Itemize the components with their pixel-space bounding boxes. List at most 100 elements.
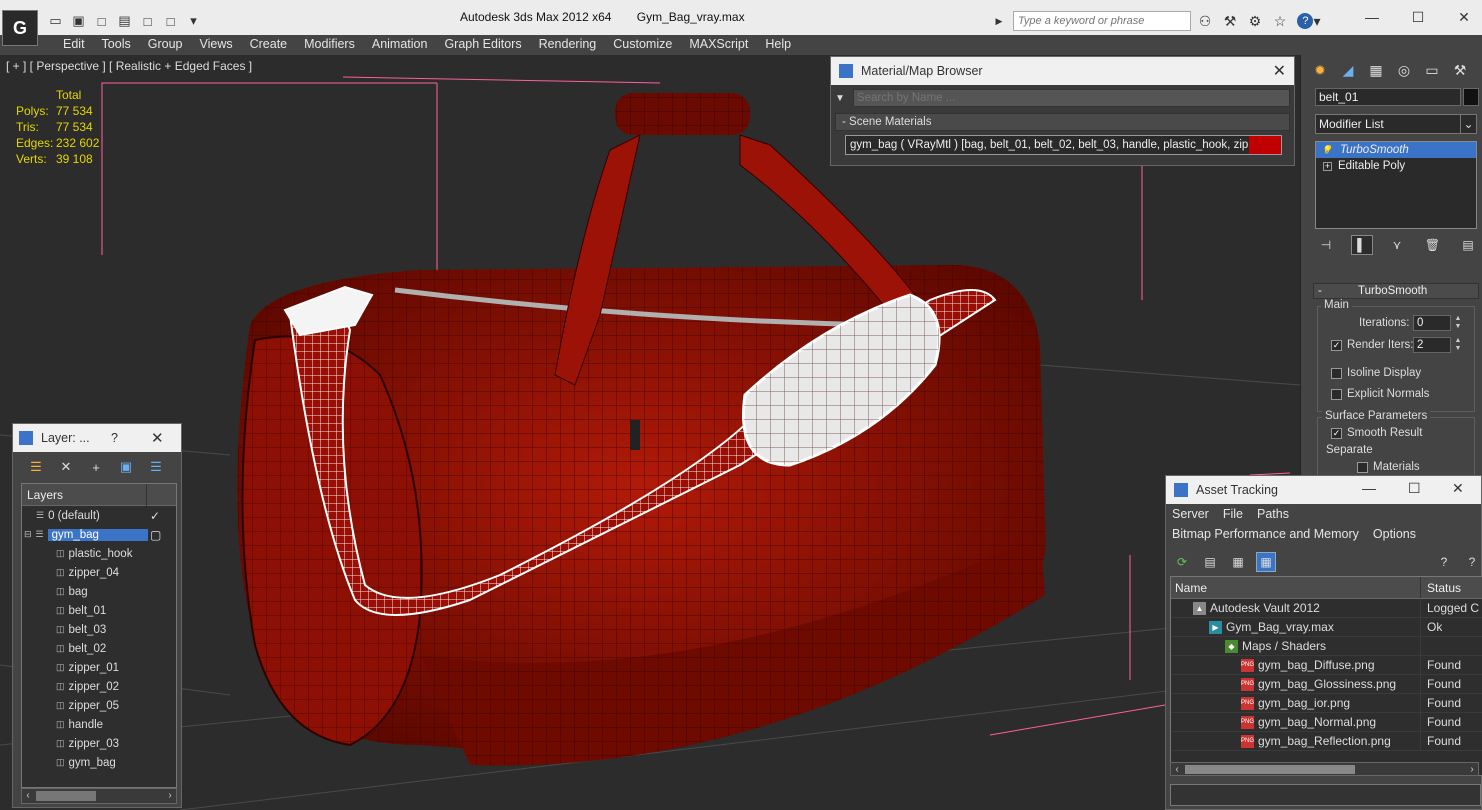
layer-object-row[interactable]: ◫ handle (22, 715, 176, 734)
asset-row[interactable]: PNG gym_bag_Diffuse.png Found (1171, 656, 1482, 675)
asset-row[interactable]: PNG gym_bag_ior.png Found (1171, 694, 1482, 713)
hold-icon[interactable]: ▤ (115, 12, 134, 30)
collapse-icon[interactable]: ⊟ (24, 529, 32, 540)
menu-tools[interactable]: Tools (94, 35, 139, 55)
menu-create[interactable]: Create (242, 35, 296, 55)
close-icon[interactable]: ✕ (1444, 6, 1482, 28)
isoline-display-checkbox[interactable]: Isoline Display (1331, 367, 1421, 379)
checkbox-checked-icon[interactable]: ✓ (1331, 339, 1342, 351)
asset-row[interactable]: ▶ Gym_Bag_vray.max Ok (1171, 618, 1482, 637)
layer-object-row[interactable]: ◫ zipper_04 (22, 563, 176, 582)
modifier-list-dropdown[interactable]: Modifier List ⌄ (1315, 114, 1477, 134)
save-file-icon[interactable]: ▣ (69, 12, 88, 30)
menu-customize[interactable]: Customize (605, 35, 680, 55)
table-view-icon[interactable]: ▦ (1256, 552, 1276, 572)
maximize-icon[interactable]: ☐ (1408, 480, 1421, 497)
menu-help[interactable]: Help (757, 35, 799, 55)
layer-object-row[interactable]: ◫ belt_03 (22, 620, 176, 639)
menu-file[interactable]: File (1223, 507, 1243, 521)
asset-row[interactable]: ▲ Autodesk Vault 2012 Logged C (1171, 599, 1482, 618)
binoculars-icon[interactable]: ⚇ (1194, 11, 1216, 31)
layer-object-row[interactable]: ◫ gym_bag (22, 753, 176, 772)
layer-row-default[interactable]: ☰ 0 (default) ✓ (22, 506, 176, 525)
chevron-down-icon[interactable]: ▼ (835, 93, 845, 104)
highlight-layer-icon[interactable]: ☰ (147, 458, 165, 476)
pin-stack-icon[interactable]: ⊣ (1315, 235, 1337, 255)
open-file-icon[interactable]: ▭ (46, 12, 65, 30)
scrollbar-thumb[interactable] (36, 791, 96, 801)
help-icon[interactable]: ? (1434, 552, 1454, 572)
expand-plus-icon[interactable]: + (1323, 161, 1332, 171)
select-objects-icon[interactable]: ▣ (117, 458, 135, 476)
help-button[interactable]: ? (111, 431, 118, 445)
stack-item-turbosmooth[interactable]: 💡 TurboSmooth (1316, 142, 1476, 158)
communication-icon[interactable]: ⚙ (1244, 11, 1266, 31)
make-current-icon[interactable]: ▢ (150, 528, 161, 542)
asset-horizontal-scrollbar[interactable]: ‹ › (1170, 762, 1479, 776)
stack-item-editable-poly[interactable]: + Editable Poly (1316, 158, 1476, 174)
menu-edit[interactable]: Edit (55, 35, 93, 55)
column-status[interactable]: Status (1421, 577, 1461, 598)
scroll-left-icon[interactable]: ‹ (1171, 763, 1183, 777)
render-iters-checkbox[interactable]: ✓ Render Iters: (1331, 339, 1413, 351)
layer-object-row[interactable]: ◫ zipper_01 (22, 658, 176, 677)
layers-column-header[interactable]: Layers (22, 484, 176, 506)
menu-views[interactable]: Views (191, 35, 240, 55)
favorites-star-icon[interactable]: ☆ (1269, 11, 1291, 31)
close-icon[interactable]: ✕ (1452, 480, 1464, 497)
redo-icon[interactable]: □ (161, 12, 180, 30)
material-entry[interactable]: gym_bag ( VRayMtl ) [bag, belt_01, belt_… (845, 135, 1282, 155)
close-icon[interactable]: ✕ (1273, 61, 1286, 81)
search-input[interactable] (1013, 11, 1191, 31)
lightbulb-icon[interactable]: 💡 (1320, 145, 1334, 156)
maximize-icon[interactable]: ☐ (1398, 6, 1438, 28)
perspective-viewport[interactable]: [ + ] [ Perspective ] [ Realistic + Edge… (0, 55, 1300, 810)
remove-modifier-icon[interactable]: 🗑 (1422, 235, 1444, 255)
asset-row[interactable]: ◆ Maps / Shaders (1171, 637, 1482, 656)
menu-animation[interactable]: Animation (364, 35, 436, 55)
checkbox-icon[interactable] (1331, 388, 1342, 400)
menu-group[interactable]: Group (140, 35, 191, 55)
menu-options[interactable]: Options (1373, 527, 1416, 541)
modify-tab-icon[interactable]: ◢ (1335, 59, 1361, 81)
menu-paths[interactable]: Paths (1257, 507, 1289, 521)
layer-object-row[interactable]: ◫ zipper_05 (22, 696, 176, 715)
menu-rendering[interactable]: Rendering (531, 35, 605, 55)
checkbox-checked-icon[interactable]: ✓ (1331, 427, 1342, 439)
layer-object-row[interactable]: ◫ belt_02 (22, 639, 176, 658)
iterations-spinner[interactable]: 0 (1413, 315, 1451, 331)
layer-object-row[interactable]: ◫ zipper_02 (22, 677, 176, 696)
scroll-right-icon[interactable]: › (164, 789, 176, 803)
asset-path-field[interactable] (1170, 784, 1481, 806)
viewport-label[interactable]: [ + ] [ Perspective ] [ Realistic + Edge… (6, 59, 252, 73)
subscription-icon[interactable]: ⚒ (1219, 11, 1241, 31)
show-end-result-icon[interactable]: ▌ (1350, 235, 1373, 255)
utilities-tab-icon[interactable]: ⚒ (1447, 59, 1473, 81)
help-icon[interactable]: ? ▾ (1294, 11, 1324, 31)
menu-bitmap-performance[interactable]: Bitmap Performance and Memory (1172, 527, 1359, 541)
add-to-layer-icon[interactable]: + (87, 458, 105, 476)
spinner-arrows-icon[interactable]: ▲ ▼ (1453, 315, 1463, 331)
menu-graph-editors[interactable]: Graph Editors (436, 35, 529, 55)
asset-row[interactable]: PNG gym_bag_Normal.png Found (1171, 713, 1482, 732)
context-help-icon[interactable]: ? (1462, 552, 1482, 572)
asset-row[interactable]: PNG gym_bag_Reflection.png Found (1171, 732, 1482, 751)
refresh-icon[interactable]: ⟳ (1172, 552, 1192, 572)
menu-maxscript[interactable]: MAXScript (681, 35, 756, 55)
quick-access-dropdown-icon[interactable]: ▾ (184, 12, 203, 30)
checkbox-icon[interactable] (1357, 461, 1368, 473)
tree-view-icon[interactable]: ▦ (1228, 552, 1248, 572)
layer-object-row[interactable]: ◫ belt_01 (22, 601, 176, 620)
render-iters-spinner[interactable]: 2 (1413, 337, 1451, 353)
turbosmooth-rollout-header[interactable]: - TurboSmooth (1313, 283, 1479, 299)
checkbox-icon[interactable] (1331, 367, 1342, 379)
minimize-icon[interactable]: — (1352, 6, 1392, 28)
minimize-icon[interactable]: — (1362, 480, 1376, 496)
scrollbar-thumb[interactable] (1185, 765, 1355, 774)
scene-materials-group[interactable]: - Scene Materials (835, 113, 1290, 131)
list-view-icon[interactable]: ▤ (1200, 552, 1220, 572)
asset-row[interactable]: PNG gym_bag_Glossiness.png Found (1171, 675, 1482, 694)
menu-modifiers[interactable]: Modifiers (296, 35, 363, 55)
motion-tab-icon[interactable]: ◎ (1391, 59, 1417, 81)
object-name-field[interactable]: belt_01 (1315, 88, 1461, 106)
